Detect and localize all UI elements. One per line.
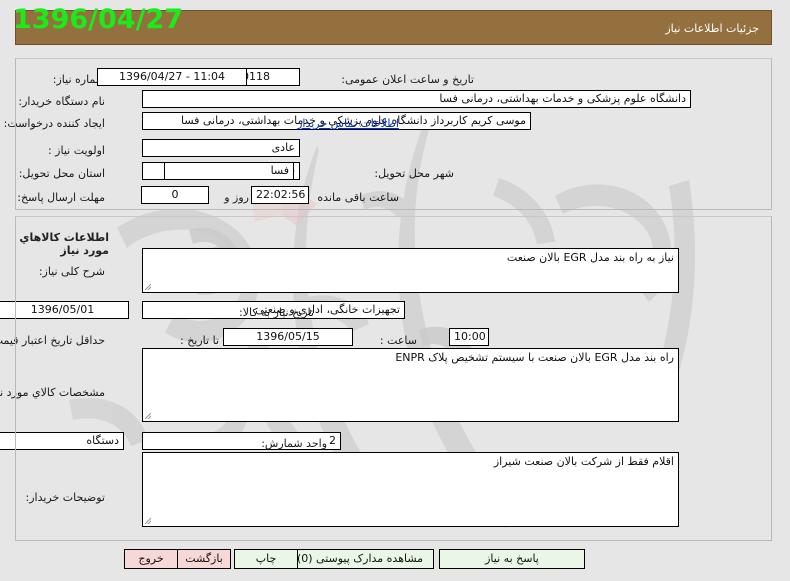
exit-button[interactable]: خروج [125,549,179,569]
print-button[interactable]: چاپ [235,549,299,569]
view-attachments-button[interactable]: مشاهده مدارک پیوستی (0) [287,549,435,569]
respond-button[interactable]: پاسخ به نیاز [440,549,586,569]
page-title: جزئیات اطلاعات نیاز [666,22,760,35]
goods-info-panel [16,216,773,541]
back-button[interactable]: بازگشت [178,549,232,569]
action-button-row: پاسخ به نیاز مشاهده مدارک پیوستی (0) چاپ… [0,549,790,575]
need-summary-panel [16,58,773,210]
header-date-overlay: 1396/04/27 [14,4,185,35]
